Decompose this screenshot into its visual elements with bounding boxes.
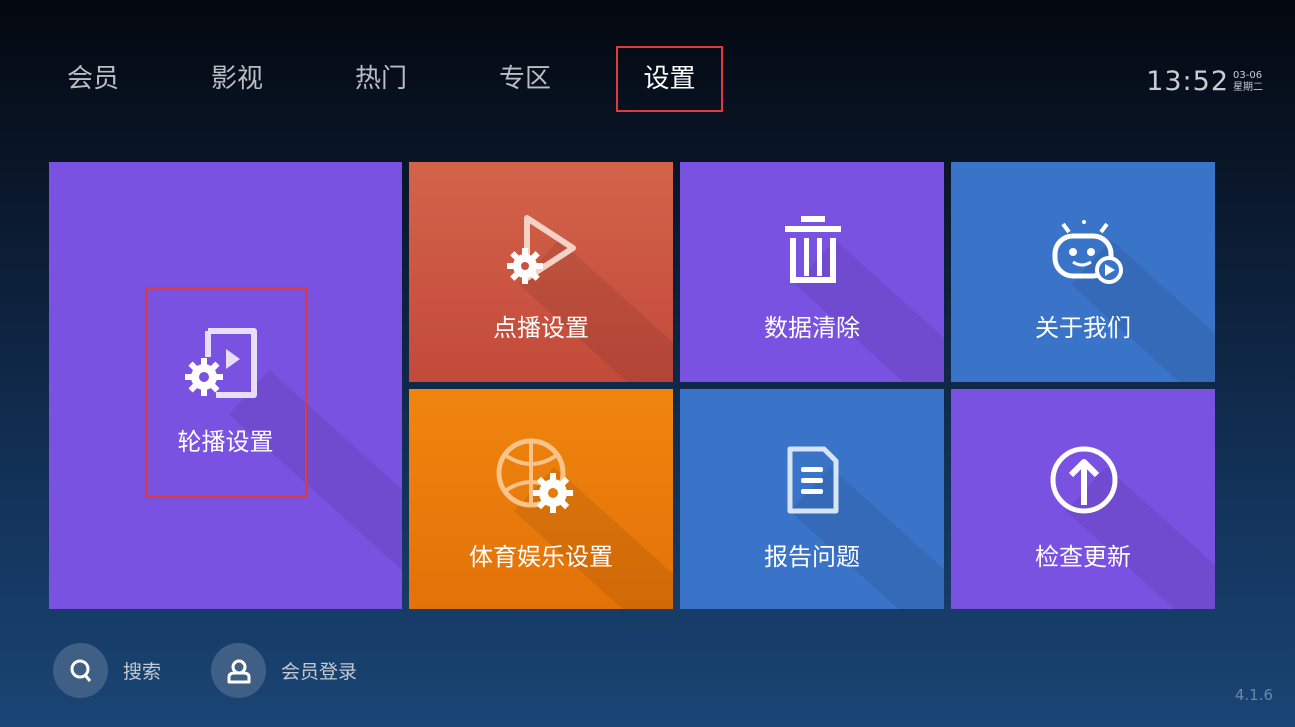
tile-report-issue[interactable]: 报告问题 bbox=[680, 389, 944, 609]
tile-label: 数据清除 bbox=[764, 314, 860, 342]
tab-settings[interactable]: 设置 bbox=[616, 46, 723, 112]
member-login-button[interactable]: 会员登录 bbox=[211, 643, 357, 698]
top-nav: 会员 影视 热门 专区 设置 bbox=[0, 46, 760, 112]
tile-label: 报告问题 bbox=[764, 543, 860, 571]
user-icon bbox=[211, 643, 266, 698]
robot-play-icon bbox=[1052, 220, 1123, 284]
upload-arrow-icon bbox=[1050, 446, 1118, 514]
member-login-label: 会员登录 bbox=[281, 661, 358, 683]
tile-carousel-settings[interactable]: 轮播设置 bbox=[49, 162, 402, 609]
tile-sports-entertainment-settings[interactable]: 体育娱乐设置 bbox=[409, 389, 673, 609]
clock-time: 13:52 bbox=[1146, 66, 1229, 97]
tile-label: 点播设置 bbox=[493, 314, 589, 342]
tab-movies[interactable]: 影视 bbox=[193, 46, 281, 112]
version-label: 4.1.6 bbox=[1234, 686, 1273, 704]
document-icon bbox=[787, 446, 839, 514]
basketball-settings-icon bbox=[496, 438, 573, 513]
search-button[interactable]: 搜索 bbox=[53, 643, 161, 698]
tile-check-update[interactable]: 检查更新 bbox=[951, 389, 1215, 609]
focus-highlight bbox=[145, 287, 307, 498]
tile-label: 检查更新 bbox=[1035, 543, 1131, 571]
tab-hot[interactable]: 热门 bbox=[337, 46, 425, 112]
tab-zone[interactable]: 专区 bbox=[481, 46, 569, 112]
tile-clear-data[interactable]: 数据清除 bbox=[680, 162, 944, 382]
trash-icon bbox=[785, 216, 841, 283]
search-label: 搜索 bbox=[123, 661, 162, 683]
clock-weekday: 星期二 bbox=[1233, 81, 1263, 93]
tab-vip[interactable]: 会员 bbox=[49, 46, 137, 112]
tile-label: 关于我们 bbox=[1035, 314, 1131, 342]
tile-vod-settings[interactable]: 点播设置 bbox=[409, 162, 673, 382]
clock-date: 03-06 星期二 bbox=[1233, 70, 1263, 94]
tile-label: 体育娱乐设置 bbox=[469, 543, 613, 571]
clock-date-day: 03-06 bbox=[1233, 69, 1263, 81]
clock: 13:52 03-06 星期二 bbox=[1146, 66, 1263, 97]
tile-about-us[interactable]: 关于我们 bbox=[951, 162, 1215, 382]
search-icon bbox=[53, 643, 108, 698]
play-settings-icon bbox=[507, 215, 576, 284]
